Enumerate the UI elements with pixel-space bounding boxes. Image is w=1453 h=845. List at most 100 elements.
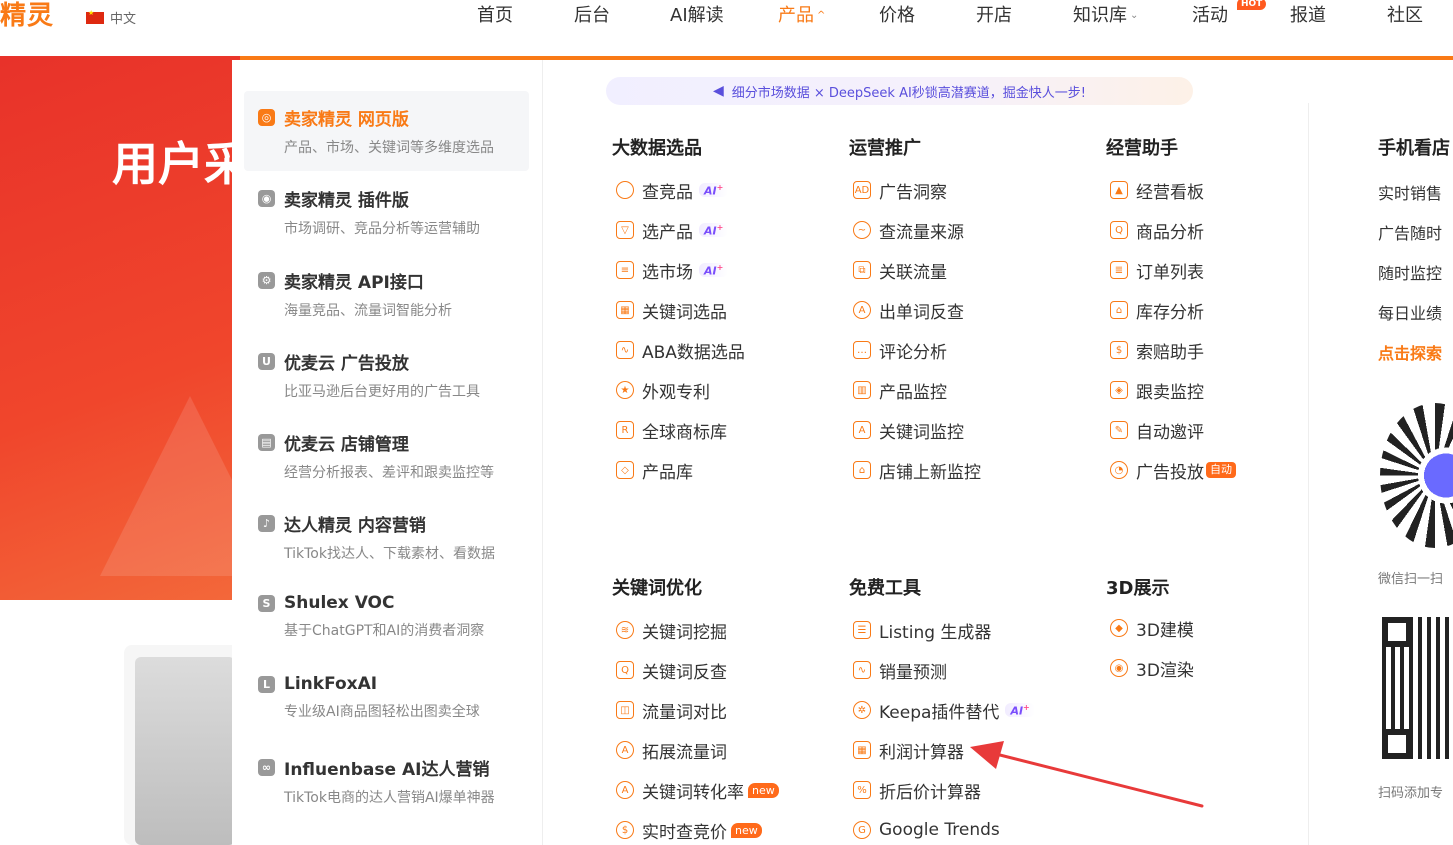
product-shulex[interactable]: S Shulex VOC 基于ChatGPT和AI的消费者洞察 <box>244 579 529 659</box>
menu-item[interactable]: … 评论分析 <box>853 338 947 363</box>
review-request-icon: ✎ <box>1110 421 1128 439</box>
nav-backend[interactable]: 后台 <box>574 4 610 28</box>
language-label: 中文 <box>110 12 137 27</box>
menu-item-profit-calculator[interactable]: ▦ 利润计算器 <box>853 738 964 763</box>
link-icon: ⧉ <box>853 261 871 279</box>
menu-item[interactable]: A 出单词反查 <box>853 298 964 323</box>
hijack-monitor-icon: ◈ <box>1110 381 1128 399</box>
explore-link[interactable]: 点击探索 <box>1378 340 1442 364</box>
hero-card-image <box>135 657 235 845</box>
language-switch[interactable]: 中文 <box>86 8 136 27</box>
menu-item[interactable]: ~ 查流量来源 <box>853 218 964 243</box>
product-plugin-version[interactable]: ◉ 卖家精灵 插件版 市场调研、竞品分析等运营辅助 <box>244 172 529 252</box>
heading-operations: 运营推广 <box>849 138 921 159</box>
menu-item[interactable]: AD 广告洞察 <box>853 178 947 203</box>
menu-item[interactable]: R 全球商标库 <box>616 418 727 443</box>
influenbase-icon: ∞ <box>258 759 275 776</box>
megaphone-icon: ◀ <box>712 83 724 99</box>
menu-item[interactable]: ◆ 3D建模 <box>1110 616 1194 641</box>
menu-item[interactable]: ▲ 经营看板 <box>1110 178 1204 203</box>
compare-icon: ◫ <box>616 701 634 719</box>
traffic-icon: ~ <box>853 221 871 239</box>
shulex-icon: S <box>258 594 275 612</box>
menu-item[interactable]: ⌂ 店铺上新监控 <box>853 458 981 483</box>
menu-item[interactable]: $ 实时查竞价 new <box>616 818 762 843</box>
menu-item-label: 3D渲染 <box>1136 660 1194 681</box>
product-desc: 海量竞品、流量词智能分析 <box>284 303 452 319</box>
menu-item[interactable]: Q 商品分析 <box>1110 218 1204 243</box>
annotation-arrow <box>970 741 1204 808</box>
menu-item[interactable]: ☰ Listing 生成器 <box>853 618 991 643</box>
menu-item[interactable]: ◉ 3D渲染 <box>1110 656 1194 681</box>
menu-item[interactable]: $ 索赔助手 <box>1110 338 1204 363</box>
menu-item[interactable]: ✲ Keepa插件替代 AI+ <box>853 698 1035 723</box>
product-youmaiyun-ads[interactable]: U 优麦云 广告投放 比亚马逊后台更好用的广告工具 <box>244 335 529 415</box>
menu-item-label: 拓展流量词 <box>642 742 727 763</box>
menu-item[interactable]: Q 关键词反查 <box>616 658 727 683</box>
product-daren[interactable]: ♪ 达人精灵 内容营销 TikTok找达人、下载素材、看数据 <box>244 497 529 577</box>
menu-item[interactable]: ◫ 流量词对比 <box>616 698 727 723</box>
product-title: Influenbase AI达人营销 <box>284 760 490 780</box>
menu-item-label: 出单词反查 <box>879 302 964 323</box>
menu-item[interactable]: ∿ 销量预测 <box>853 658 947 683</box>
product-desc: 产品、市场、关键词等多维度选品 <box>284 140 494 156</box>
menu-item[interactable]: 查竞品 AI+ <box>616 178 729 203</box>
menu-item-label: 选市场 <box>642 262 693 283</box>
nav-community[interactable]: 社区 <box>1387 4 1423 28</box>
logo[interactable]: 精灵 <box>0 0 54 32</box>
list-icon: ☰ <box>853 621 871 639</box>
product-title: LinkFoxAI <box>284 674 378 694</box>
menu-item[interactable]: ◇ 产品库 <box>616 458 693 483</box>
menu-item[interactable]: ∿ ABA数据选品 <box>616 338 745 363</box>
youmaiyun-icon: U <box>258 353 275 370</box>
menu-item[interactable]: ▦ 关键词选品 <box>616 298 727 323</box>
product-youmaiyun-store[interactable]: ▤ 优麦云 店铺管理 经营分析报表、差评和跟卖监控等 <box>244 416 529 496</box>
nav-products[interactable]: 产品 ^ <box>778 4 825 28</box>
menu-item[interactable]: ▽ 选产品 AI+ <box>616 218 729 243</box>
nav-home[interactable]: 首页 <box>477 4 513 28</box>
nav-open-store[interactable]: 开店 <box>976 4 1012 28</box>
menu-item[interactable]: A 关键词转化率 new <box>616 778 779 803</box>
menu-item-label: 外观专利 <box>642 382 710 403</box>
menu-item[interactable]: ≡ 选市场 AI+ <box>616 258 729 283</box>
menu-item[interactable]: ✎ 自动邀评 <box>1110 418 1204 443</box>
product-influenbase[interactable]: ∞ Influenbase AI达人营销 TikTok电商的达人营销AI爆单神器 <box>244 741 529 821</box>
nav-ai-insight[interactable]: AI解读 <box>670 4 724 28</box>
menu-item[interactable]: G Google Trends <box>853 818 1000 842</box>
product-title: 优麦云 广告投放 <box>284 354 409 374</box>
promo-banner[interactable]: ◀ 细分市场数据 × DeepSeek AI秒锁高潜赛道，掘金快人一步! <box>606 77 1193 105</box>
product-title: 达人精灵 内容营销 <box>284 516 426 536</box>
auto-badge: 自动 <box>1206 462 1236 478</box>
menu-item[interactable]: ≣ 订单列表 <box>1110 258 1204 283</box>
nav-pricing[interactable]: 价格 <box>879 4 915 28</box>
product-linkfox[interactable]: L LinkFoxAI 专业级AI商品图轻松出图卖全球 <box>244 660 529 740</box>
menu-item[interactable]: A 关键词监控 <box>853 418 964 443</box>
menu-item[interactable]: ◈ 跟卖监控 <box>1110 378 1204 403</box>
product-desc: 基于ChatGPT和AI的消费者洞察 <box>284 623 485 639</box>
product-api[interactable]: ⚙ 卖家精灵 API接口 海量竞品、流量词智能分析 <box>244 254 529 334</box>
plugin-icon: ◉ <box>258 190 275 207</box>
nav-press[interactable]: 报道 <box>1290 4 1326 28</box>
menu-item[interactable]: ⧉ 关联流量 <box>853 258 947 283</box>
hero-decoration <box>100 396 240 576</box>
menu-item[interactable]: ⌂ 库存分析 <box>1110 298 1204 323</box>
product-web-version[interactable]: ◎ 卖家精灵 网页版 产品、市场、关键词等多维度选品 <box>244 91 529 171</box>
menu-item[interactable]: ≋ 关键词挖掘 <box>616 618 727 643</box>
menu-item-label: 库存分析 <box>1136 302 1204 323</box>
menu-item-label: 关联流量 <box>879 262 947 283</box>
nav-products-label: 产品 <box>778 5 814 26</box>
gauge-icon: A <box>853 301 871 319</box>
ai-badge-label: AI <box>704 264 717 278</box>
nav-knowledge[interactable]: 知识库 ⌄ <box>1073 4 1138 28</box>
menu-item[interactable]: ◔ 广告投放 自动 <box>1110 458 1236 483</box>
menu-item[interactable]: ▥ 产品监控 <box>853 378 947 403</box>
ad-icon: AD <box>853 181 871 199</box>
hot-badge: HOT <box>1237 0 1267 10</box>
nav-events[interactable]: 活动 <box>1192 4 1228 28</box>
ai-badge: AI+ <box>699 262 729 278</box>
bar-chart-icon: ▥ <box>853 381 871 399</box>
menu-item[interactable]: ★ 外观专利 <box>616 378 710 403</box>
product-analysis-icon: Q <box>1110 221 1128 239</box>
menu-item[interactable]: A 拓展流量词 <box>616 738 727 763</box>
menu-item-label: 利润计算器 <box>879 742 964 763</box>
